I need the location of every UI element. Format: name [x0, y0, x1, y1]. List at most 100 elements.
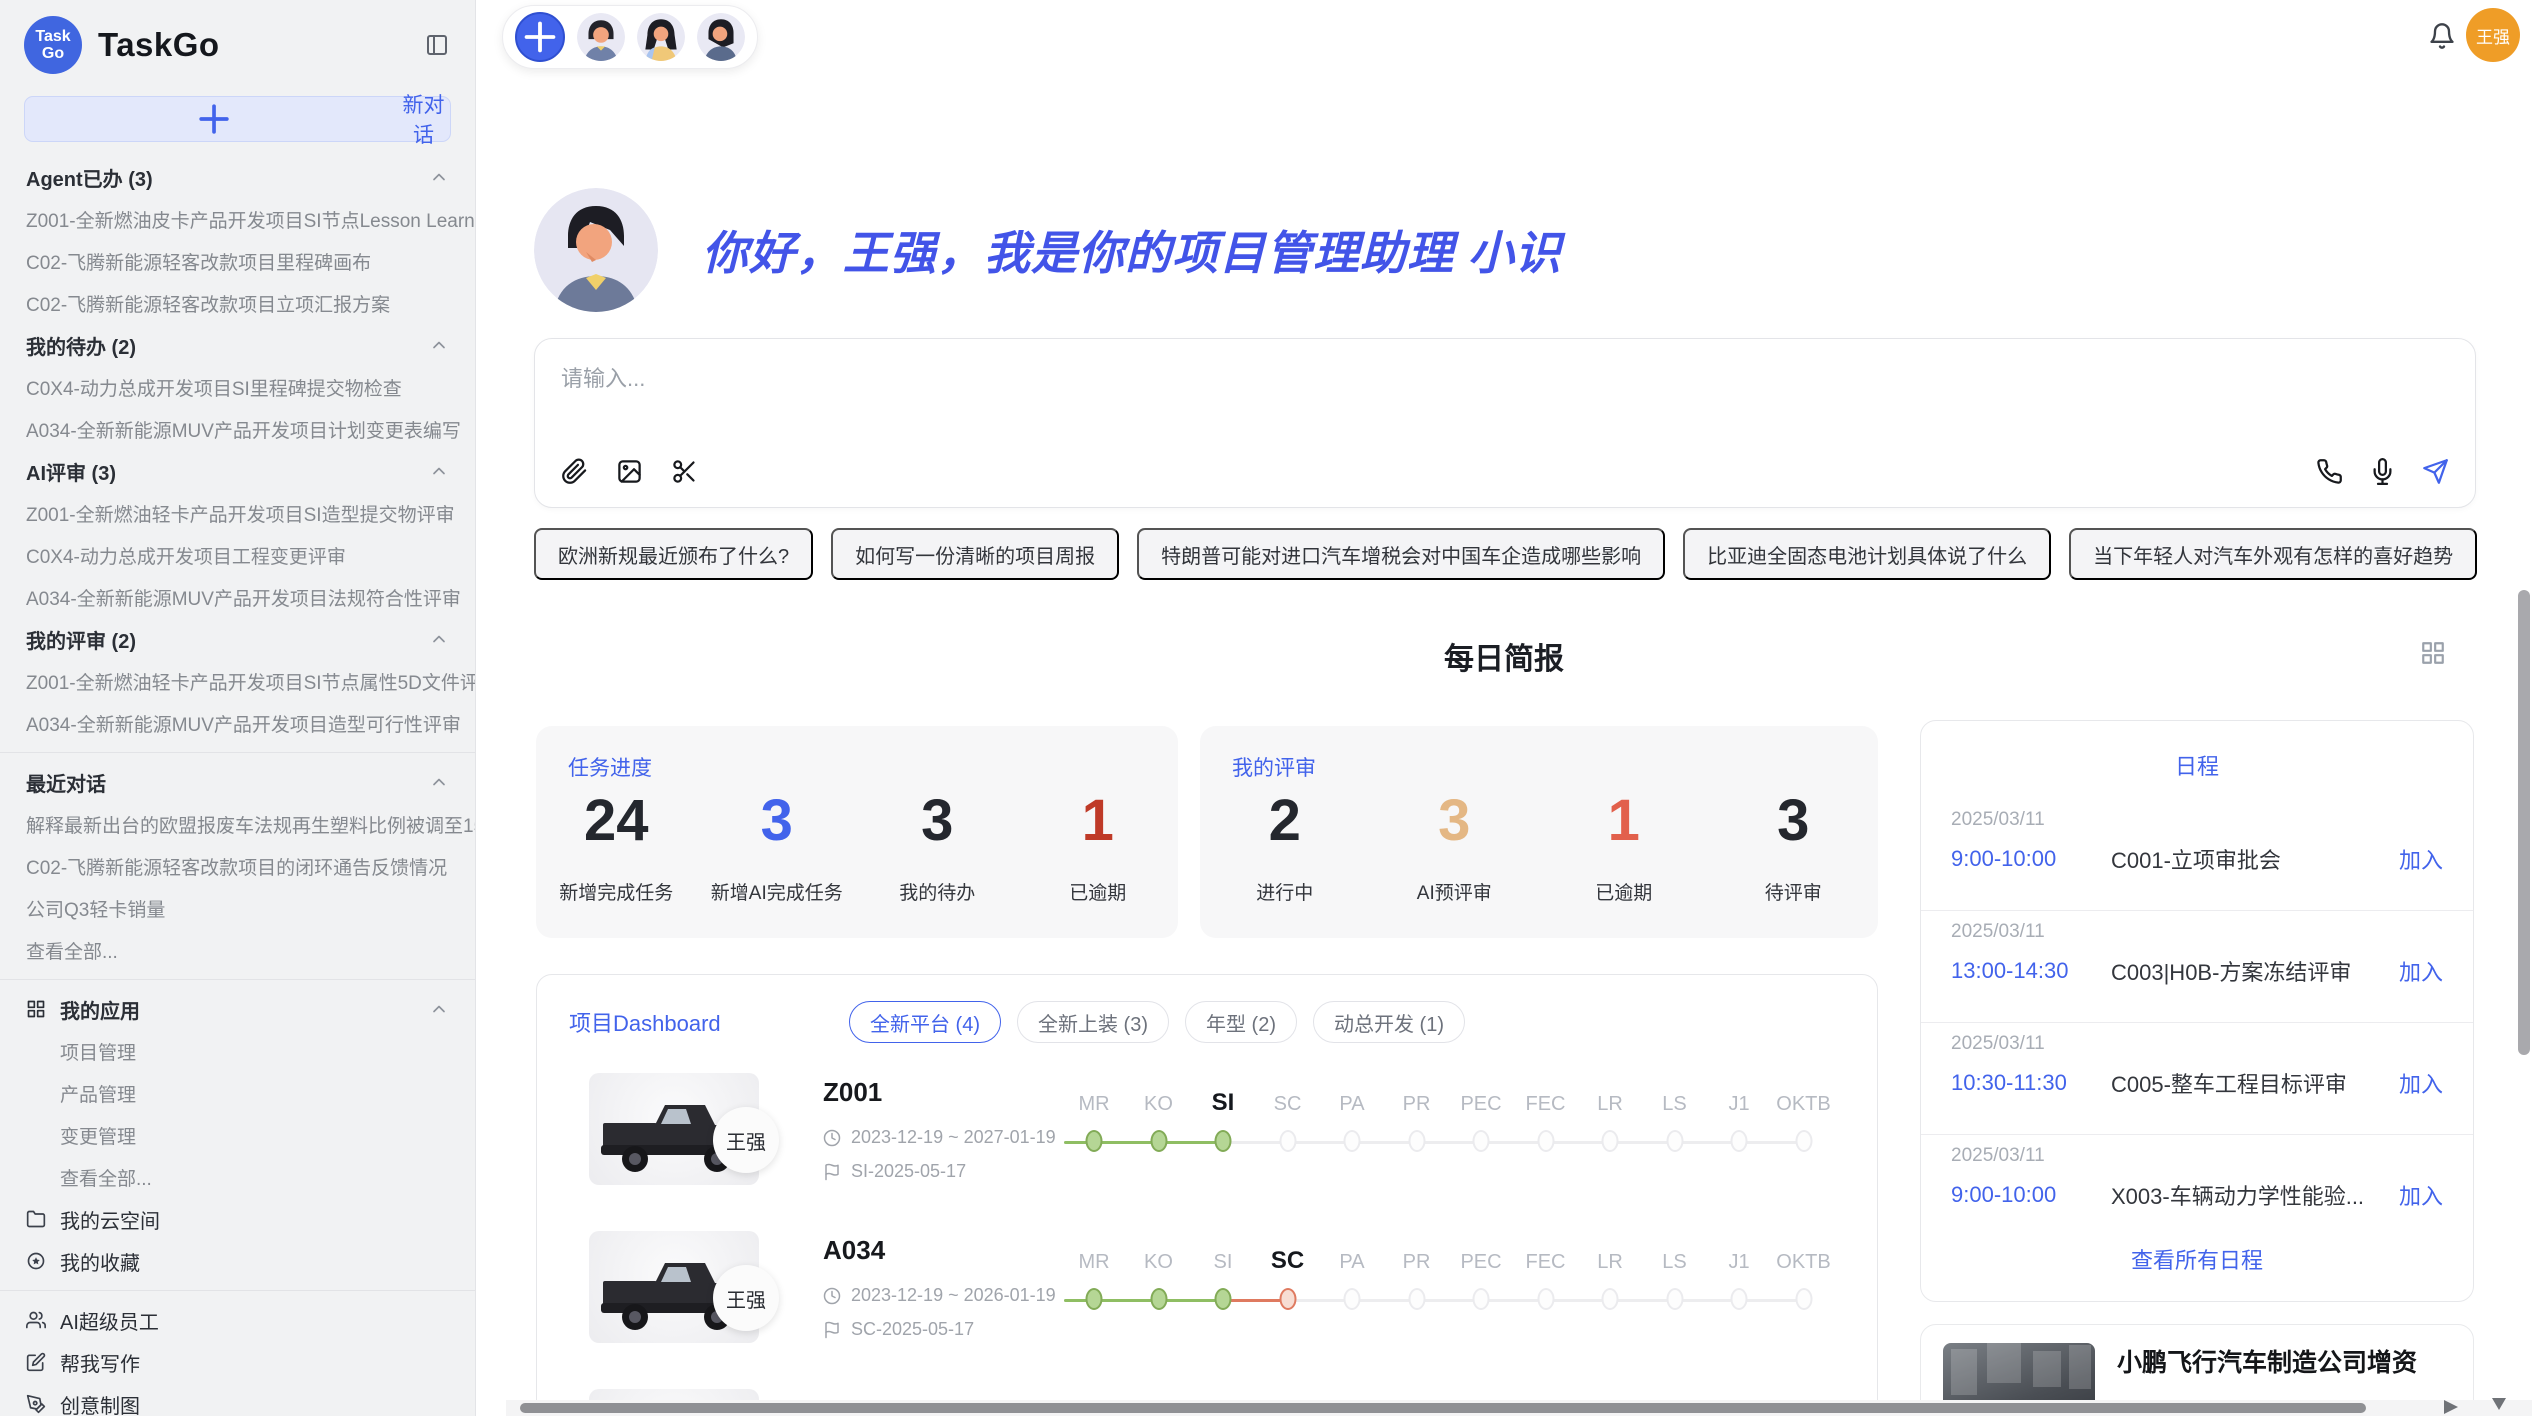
milestone-dot	[1473, 1130, 1490, 1152]
news-title: 小鹏飞行汽车制造公司增资	[2117, 1343, 2451, 1379]
user-avatar[interactable]: 王强	[2466, 8, 2520, 62]
recent-chat-item[interactable]: C02-飞腾新能源轻客改款项目的闭环通告反馈情况	[0, 845, 475, 887]
suggestion-chip[interactable]: 欧洲新规最近颁布了什么?	[534, 528, 813, 580]
project-owner-badge: 王强	[713, 1265, 779, 1331]
new-chat-button[interactable]: 新对话	[24, 96, 451, 142]
sidebar-my-apps-icon	[26, 999, 46, 1019]
sidebar-task-item[interactable]: Z001-全新燃油轻卡产品开发项目SI节点属性5D文件评审	[0, 660, 475, 702]
project-flag: SC-2025-05-17	[823, 1319, 974, 1340]
filter-pill[interactable]: 动总开发 (1)	[1313, 1001, 1465, 1043]
schedule-join-link[interactable]: 加入	[2399, 1179, 2443, 1211]
milestone-dot	[1150, 1288, 1167, 1310]
vertical-scrollbar-thumb[interactable]	[2518, 590, 2530, 1055]
sidebar-my-apps[interactable]: 我的应用	[0, 988, 475, 1030]
milestone-track: MRKOSISCPAPRPECFECLRLSJ1OKTB	[1061, 1229, 1861, 1387]
recent-chat-item[interactable]: 公司Q3轻卡销量	[0, 887, 475, 929]
flag-icon	[823, 1321, 841, 1339]
recent-chat-item[interactable]: 解释最新出台的欧盟报废车法规再生塑料比例被调至15%...	[0, 803, 475, 845]
section-title: 我的评审 (2)	[26, 625, 136, 654]
schedule-view-all-link[interactable]: 查看所有日程	[1921, 1243, 2473, 1275]
layout-grid-icon[interactable]	[2420, 640, 2446, 666]
voice-call-icon[interactable]	[2316, 458, 2343, 485]
sidebar-tool-0[interactable]: AI超级员工	[0, 1299, 475, 1341]
dashboard-header: 项目Dashboard 全新平台 (4)全新上装 (3)年型 (2)动总开发 (…	[569, 1001, 1481, 1043]
project-flag: SI-2025-05-17	[823, 1161, 966, 1182]
section-title: Agent已办 (3)	[26, 163, 153, 192]
project-flag-text: SC-2025-05-17	[851, 1319, 974, 1340]
chevron-up-icon[interactable]	[429, 629, 449, 649]
schedule-join-link[interactable]: 加入	[2399, 1067, 2443, 1099]
milestone-dot	[1731, 1130, 1748, 1152]
add-agent-button[interactable]	[515, 12, 565, 62]
sidebar-collapse-icon[interactable]	[425, 33, 449, 57]
composer	[534, 338, 2476, 508]
filter-pill[interactable]: 全新平台 (4)	[849, 1001, 1001, 1043]
schedule-join-link[interactable]: 加入	[2399, 955, 2443, 987]
sidebar-cloud-space[interactable]: 我的云空间	[0, 1198, 475, 1240]
sidebar-tool-2[interactable]: 创意制图	[0, 1383, 475, 1416]
milestone-label: MR	[1078, 1251, 1109, 1274]
scroll-down-arrow-icon[interactable]	[2492, 1398, 2506, 1410]
chevron-up-icon[interactable]	[429, 999, 449, 1019]
sidebar-section-2[interactable]: AI评审 (3)	[0, 450, 475, 492]
apps-view-all-link[interactable]: 查看全部...	[0, 1156, 475, 1198]
microphone-icon[interactable]	[2369, 458, 2396, 485]
agent-avatar-3[interactable]	[697, 13, 745, 61]
sidebar-tool-1[interactable]: 帮我写作	[0, 1341, 475, 1383]
stat-label: 新增AI完成任务	[711, 878, 843, 905]
chevron-up-icon[interactable]	[429, 335, 449, 355]
filter-pill[interactable]: 全新上装 (3)	[1017, 1001, 1169, 1043]
sidebar-section-1[interactable]: 我的待办 (2)	[0, 324, 475, 366]
suggestion-chip[interactable]: 比亚迪全固态电池计划具体说了什么	[1683, 528, 2051, 580]
composer-input[interactable]	[561, 361, 2261, 431]
sidebar-section-0[interactable]: Agent已办 (3)	[0, 156, 475, 198]
recent-view-all-link[interactable]: 查看全部...	[0, 929, 475, 971]
schedule-item: 2025/03/1113:00-14:30C003|H0B-方案冻结评审加入	[1921, 911, 2473, 1023]
suggestion-chip[interactable]: 当下年轻人对汽车外观有怎样的喜好趋势	[2069, 528, 2477, 580]
stat-value: 3	[1438, 788, 1470, 854]
send-icon[interactable]	[2422, 458, 2449, 485]
milestone-dot	[1344, 1288, 1361, 1310]
filter-pill[interactable]: 年型 (2)	[1185, 1001, 1297, 1043]
sidebar-section-3[interactable]: 我的评审 (2)	[0, 618, 475, 660]
suggestion-chip[interactable]: 特朗普可能对进口汽车增税会对中国车企造成哪些影响	[1137, 528, 1665, 580]
project-code: A034	[823, 1235, 885, 1266]
attachment-icon[interactable]	[561, 458, 588, 485]
app-item[interactable]: 项目管理	[0, 1030, 475, 1072]
project-row[interactable]: 王强Z0012023-12-19 ~ 2027-01-19SI-2025-05-…	[537, 1071, 1877, 1229]
agent-avatar-2[interactable]	[637, 13, 685, 61]
sidebar-task-item[interactable]: Z001-全新燃油皮卡产品开发项目SI节点Lesson Learn报告	[0, 198, 475, 240]
project-dates: 2023-12-19 ~ 2027-01-19	[823, 1127, 1056, 1148]
sidebar-task-item[interactable]: A034-全新新能源MUV产品开发项目计划变更表编写	[0, 408, 475, 450]
suggestion-chip[interactable]: 如何写一份清晰的项目周报	[831, 528, 1119, 580]
sidebar-task-item[interactable]: C02-飞腾新能源轻客改款项目里程碑画布	[0, 240, 475, 282]
sidebar-task-item[interactable]: Z001-全新燃油轻卡产品开发项目SI造型提交物评审	[0, 492, 475, 534]
sidebar-task-item[interactable]: C0X4-动力总成开发项目SI里程碑提交物检查	[0, 366, 475, 408]
app-item[interactable]: 产品管理	[0, 1072, 475, 1114]
image-upload-icon[interactable]	[616, 458, 643, 485]
project-row[interactable]: 王强A0342023-12-19 ~ 2026-01-19SC-2025-05-…	[537, 1229, 1877, 1387]
sidebar-task-item[interactable]: A034-全新新能源MUV产品开发项目法规符合性评审	[0, 576, 475, 618]
horizontal-scrollbar-thumb[interactable]	[520, 1403, 2366, 1413]
chevron-up-icon[interactable]	[429, 461, 449, 481]
sidebar-task-item[interactable]: C02-飞腾新能源轻客改款项目立项汇报方案	[0, 282, 475, 324]
chevron-up-icon[interactable]	[429, 772, 449, 792]
notification-bell-icon[interactable]	[2428, 22, 2456, 50]
chevron-up-icon[interactable]	[429, 167, 449, 187]
sidebar-task-item[interactable]: A034-全新新能源MUV产品开发项目造型可行性评审	[0, 702, 475, 744]
screenshot-scissors-icon[interactable]	[671, 458, 698, 485]
schedule-join-link[interactable]: 加入	[2399, 843, 2443, 875]
project-flag-text: SI-2025-05-17	[851, 1161, 966, 1182]
sidebar-task-item[interactable]: C0X4-动力总成开发项目工程变更评审	[0, 534, 475, 576]
clock-icon	[823, 1287, 841, 1305]
sidebar-favorites[interactable]: 我的收藏	[0, 1240, 475, 1282]
sidebar: Task Go TaskGo 新对话 Agent已办 (3)Z001-全新燃油皮…	[0, 0, 476, 1416]
scroll-right-arrow-icon[interactable]	[2444, 1400, 2458, 1414]
app-item[interactable]: 变更管理	[0, 1114, 475, 1156]
agent-avatar-1[interactable]	[577, 13, 625, 61]
milestone-label: PA	[1339, 1251, 1364, 1274]
logo-line2: Go	[42, 45, 64, 62]
schedule-item: 2025/03/1110:30-11:30C005-整车工程目标评审加入	[1921, 1023, 2473, 1135]
sidebar-section-recent[interactable]: 最近对话	[0, 761, 475, 803]
milestone-dot	[1408, 1130, 1425, 1152]
